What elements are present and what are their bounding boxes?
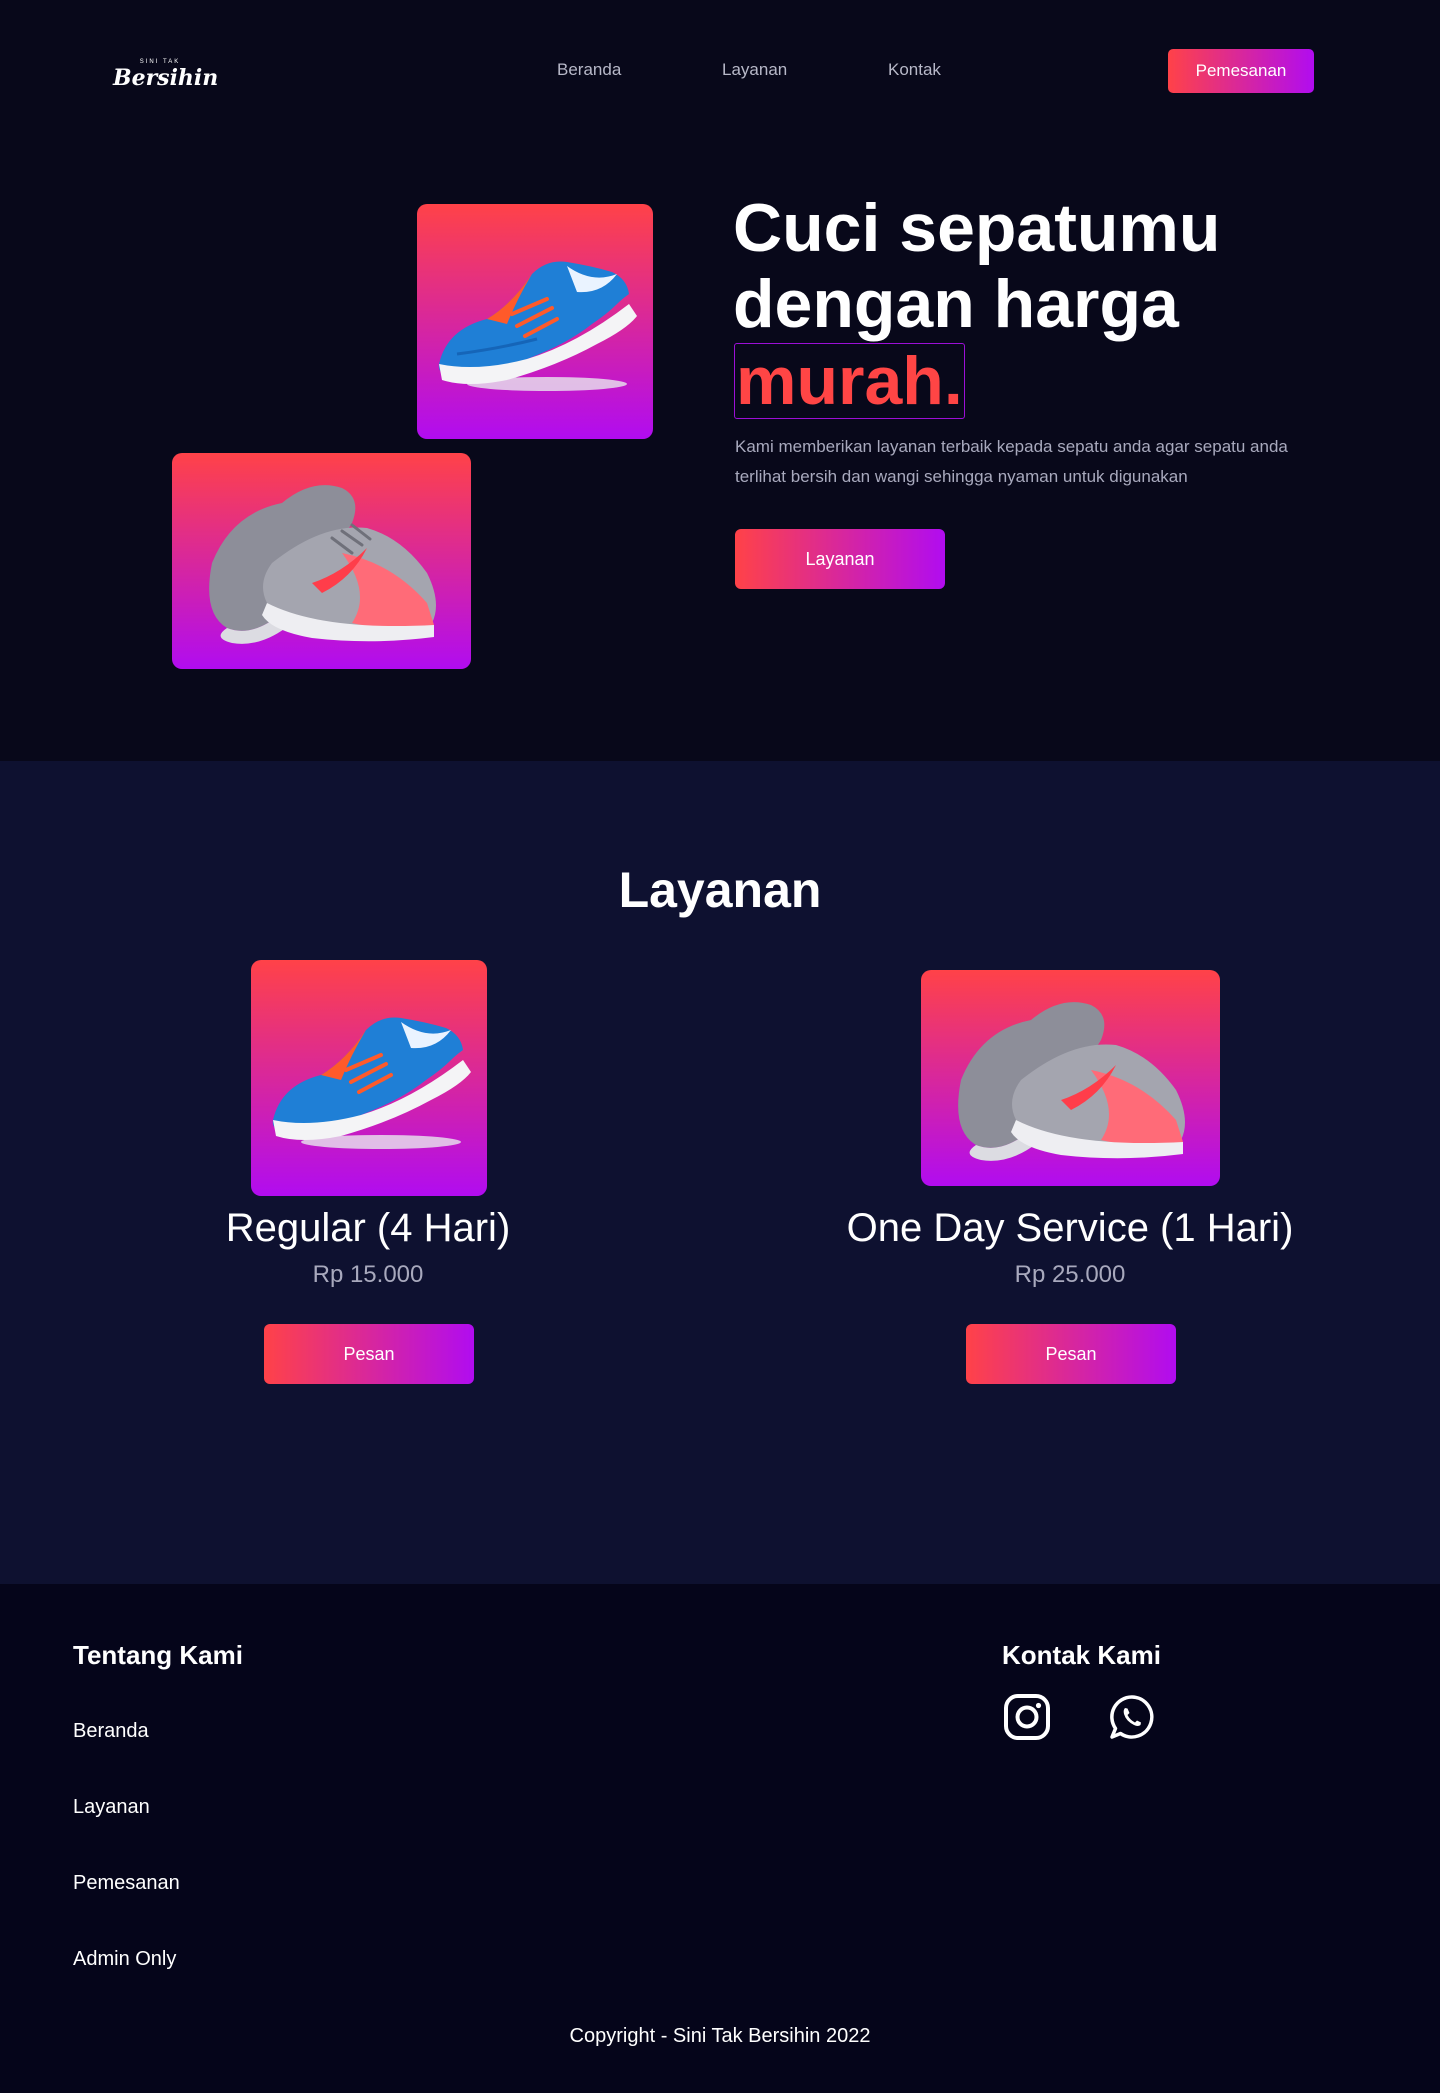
footer: Tentang Kami Beranda Layanan Pemesanan A… [0, 1584, 1440, 2093]
services-title: Layanan [618, 862, 822, 918]
hero-description: Kami memberikan layanan terbaik kepada s… [735, 437, 1288, 486]
services-section: Layanan Regular (4 Hari) Rp 15.000 Pesan… [0, 761, 1440, 1584]
service-price-regular: Rp 15.000 [312, 1261, 424, 1288]
hero-title: Cuci sepatumu dengan harga [733, 190, 1373, 342]
service-price-one-day: Rp 25.000 [1014, 1261, 1126, 1288]
order-button[interactable]: Pemesanan [1168, 49, 1314, 93]
hero-image-grey-shoes [172, 453, 471, 669]
hero-highlight-text: murah. [736, 343, 963, 419]
whatsapp-icon[interactable] [1107, 1692, 1157, 1742]
navbar: SINI TAK Bersihin Beranda Layanan Kontak… [0, 0, 1440, 140]
footer-link-admin[interactable]: Admin Only [73, 1948, 176, 1971]
hero-highlight-box: murah. [734, 343, 965, 419]
hero-title-line2: dengan harga [733, 266, 1179, 342]
hero-title-line1: Cuci sepatumu [733, 190, 1221, 266]
hero-layanan-button[interactable]: Layanan [735, 529, 945, 589]
service-image-regular [251, 960, 487, 1196]
footer-link-pemesanan[interactable]: Pemesanan [73, 1872, 180, 1895]
nav-link-layanan[interactable]: Layanan [722, 60, 787, 80]
logo[interactable]: SINI TAK Bersihin [113, 58, 219, 94]
instagram-icon[interactable] [1002, 1692, 1052, 1742]
logo-main-text: Bersihin [113, 65, 219, 91]
service-name-one-day: One Day Service (1 Hari) [846, 1206, 1294, 1250]
footer-link-layanan[interactable]: Layanan [73, 1796, 150, 1819]
footer-about-title: Tentang Kami [73, 1640, 243, 1670]
service-image-one-day [921, 970, 1220, 1186]
nav-link-kontak[interactable]: Kontak [888, 60, 941, 80]
nav-link-beranda[interactable]: Beranda [557, 60, 621, 80]
blue-shoe-illustration [272, 1017, 471, 1149]
pesan-button-one-day[interactable]: Pesan [966, 1324, 1176, 1384]
hero-section: Cuci sepatumu dengan harga murah. Kami m… [0, 140, 1440, 761]
copyright-text: Copyright - Sini Tak Bersihin 2022 [569, 2025, 871, 2047]
pesan-button-regular[interactable]: Pesan [264, 1324, 474, 1384]
blue-shoe-illustration [438, 261, 637, 391]
service-name-regular: Regular (4 Hari) [225, 1206, 511, 1250]
footer-contact-title: Kontak Kami [1002, 1640, 1161, 1670]
grey-shoes-illustration [209, 485, 436, 644]
footer-link-beranda[interactable]: Beranda [73, 1720, 149, 1743]
grey-shoes-illustration [958, 1002, 1185, 1161]
hero-image-blue-shoe [417, 204, 653, 439]
